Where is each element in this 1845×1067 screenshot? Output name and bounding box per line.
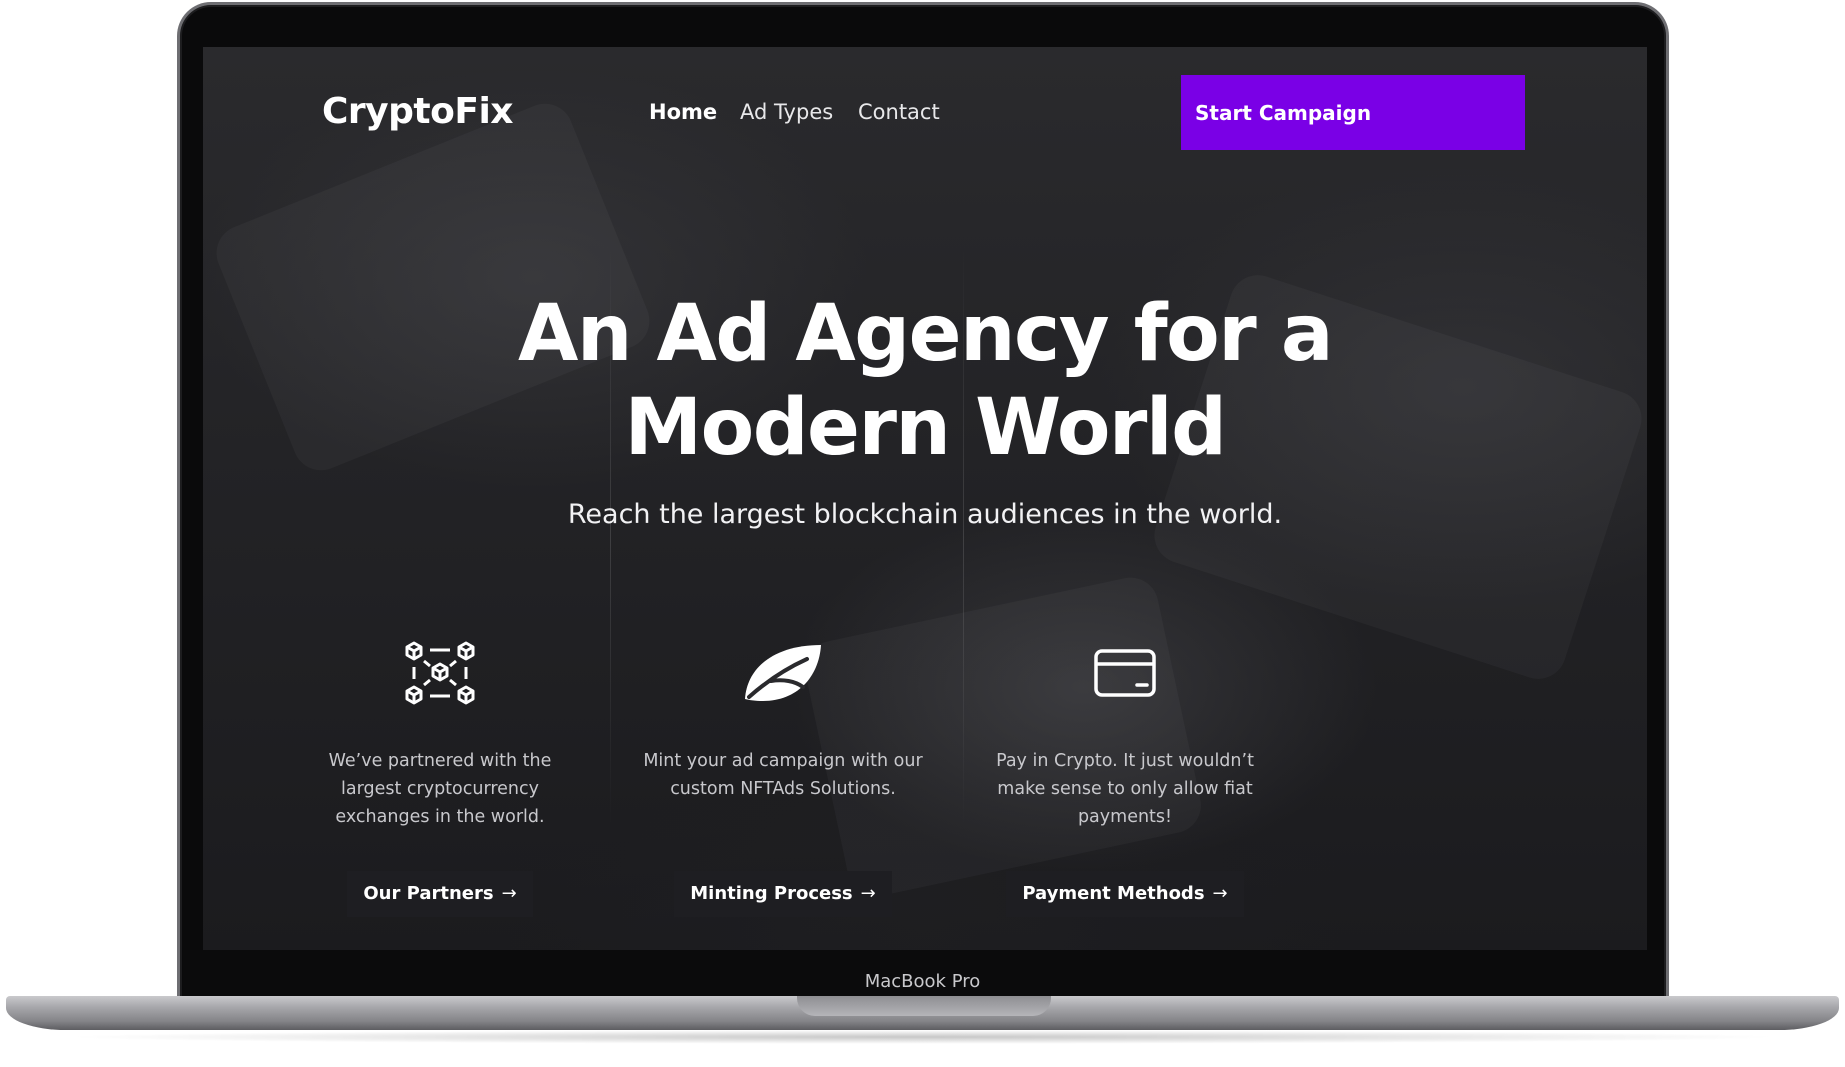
hero-subheadline: Reach the largest blockchain audiences i… (567, 499, 1283, 530)
desc-line: We’ve partnered with the (328, 751, 552, 771)
desc-line: make sense to only allow fiat (997, 779, 1253, 799)
feature-description: Mint your ad campaign with our custom NF… (633, 747, 933, 843)
desc-line: custom NFTAds Solutions. (670, 779, 896, 799)
start-campaign-button[interactable]: Start Campaign (1181, 75, 1525, 150)
nav-home[interactable]: Home (649, 100, 717, 124)
device-model-label: MacBook Pro (864, 971, 981, 992)
leaf-icon (745, 645, 821, 701)
payment-methods-button[interactable]: Payment Methods → (1006, 871, 1244, 917)
credit-card-icon (1094, 649, 1156, 697)
button-label: Minting Process (690, 883, 853, 904)
nav-ad-types[interactable]: Ad Types (740, 100, 833, 124)
desc-line: exchanges in the world. (335, 807, 545, 827)
button-label: Payment Methods (1022, 883, 1205, 904)
website-screen: CryptoFix Home Ad Types Contact Start Ca… (203, 47, 1647, 950)
desc-line: largest cryptocurrency (341, 779, 539, 799)
our-partners-button[interactable]: Our Partners → (347, 871, 533, 917)
laptop-notch (797, 996, 1051, 1016)
arrow-right-icon: → (860, 883, 876, 904)
feature-description: Pay in Crypto. It just wouldn’t make sen… (975, 747, 1275, 843)
feature-description: We’ve partnered with the largest cryptoc… (290, 747, 590, 843)
feature-partners: We’ve partnered with the largest cryptoc… (290, 637, 590, 917)
arrow-right-icon: → (1212, 883, 1228, 904)
desc-line: Mint your ad campaign with our (643, 751, 923, 771)
desc-line: Pay in Crypto. It just wouldn’t (996, 751, 1254, 771)
arrow-right-icon: → (501, 883, 517, 904)
minting-process-button[interactable]: Minting Process → (674, 871, 892, 917)
headline-line-1: An Ad Agency for a (517, 289, 1334, 379)
button-label: Our Partners (363, 883, 494, 904)
desc-line: payments! (1077, 807, 1173, 827)
feature-payments: Pay in Crypto. It just wouldn’t make sen… (975, 637, 1275, 917)
laptop-shadow (60, 1030, 1785, 1044)
feature-minting: Mint your ad campaign with our custom NF… (633, 637, 933, 917)
hero-headline: An Ad Agency for a Modern World (203, 287, 1647, 475)
nav-contact[interactable]: Contact (858, 100, 940, 124)
site-logo[interactable]: CryptoFix (322, 91, 514, 132)
headline-line-2: Modern World (624, 383, 1227, 473)
blockchain-network-icon (405, 641, 475, 705)
